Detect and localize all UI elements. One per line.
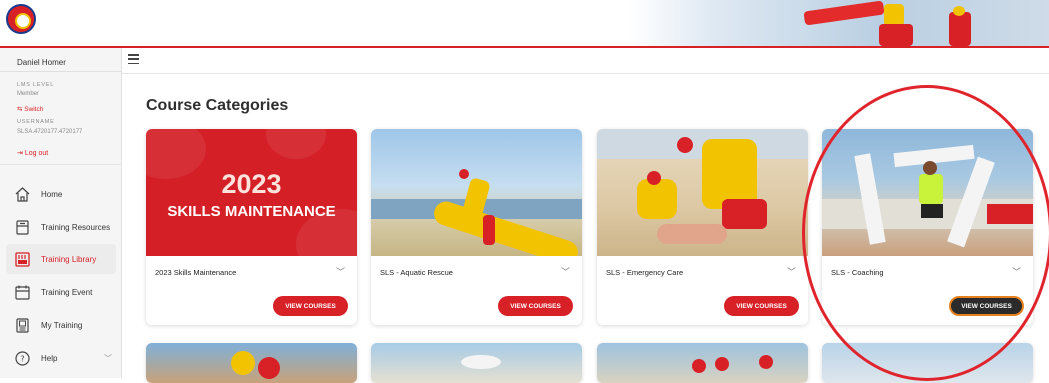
top-header (0, 0, 1049, 48)
folder-icon (14, 219, 31, 236)
switch-link[interactable]: ⇆ Switch (17, 105, 43, 113)
card-title: 2023 Skills Maintenance (155, 268, 237, 277)
card-image[interactable] (822, 129, 1033, 256)
sidebar-item-label: My Training (41, 320, 83, 330)
logout-label: Log out (24, 150, 49, 157)
help-icon: ? (14, 350, 31, 367)
sidebar-item-label: Training Event (41, 287, 93, 297)
chevron-down-icon[interactable]: ﹀ (336, 265, 345, 278)
library-icon (14, 251, 31, 268)
content-toolbar (122, 48, 1049, 74)
sidebar-item-label: Help (41, 353, 58, 363)
divider (0, 164, 122, 165)
page-title: Course Categories (146, 97, 289, 114)
sidebar-item-training-event[interactable]: Training Event (6, 277, 116, 307)
course-category-card[interactable]: SLS - Emergency Care ﹀ VIEW COURSES (597, 129, 808, 325)
card-image[interactable] (597, 129, 808, 256)
username-label: USERNAME (17, 119, 55, 125)
course-category-card[interactable] (371, 343, 582, 383)
sidebar-item-my-training[interactable]: My Training (6, 310, 116, 340)
card-title: SLS - Coaching (831, 268, 884, 277)
card-image[interactable]: 2023 SKILLS MAINTENANCE (146, 129, 357, 256)
card-title: SLS - Aquatic Rescue (380, 268, 453, 277)
course-category-card[interactable]: 2023 SKILLS MAINTENANCE 2023 Skills Main… (146, 129, 357, 325)
menu-toggle-icon[interactable] (128, 54, 139, 64)
sidebar: Daniel Homer LMS LEVEL Member ⇆ Switch U… (0, 48, 122, 378)
sidebar-item-training-library[interactable]: Training Library (6, 244, 116, 274)
switch-label: Switch (24, 106, 44, 113)
course-category-card[interactable]: SLS - Coaching ﹀ VIEW COURSES (822, 129, 1033, 325)
sidebar-item-label: Training Library (41, 254, 97, 264)
course-category-card[interactable] (597, 343, 808, 383)
sidebar-item-label: Home (41, 189, 63, 199)
card-title: SLS - Emergency Care (606, 268, 684, 277)
sidebar-item-home[interactable]: Home (6, 179, 116, 209)
header-banner-image (629, 0, 1049, 46)
chevron-down-icon: ﹀ (104, 354, 112, 363)
view-courses-button[interactable]: VIEW COURSES (949, 296, 1024, 316)
course-category-card[interactable] (146, 343, 357, 383)
card-image[interactable] (371, 129, 582, 256)
course-category-card[interactable]: SLS - Aquatic Rescue ﹀ VIEW COURSES (371, 129, 582, 325)
switch-icon: ⇆ (17, 106, 23, 113)
svg-text:?: ? (20, 354, 24, 363)
calendar-icon (14, 284, 31, 301)
sidebar-item-help[interactable]: ? Help ﹀ (6, 343, 116, 373)
view-courses-button[interactable]: VIEW COURSES (724, 296, 799, 316)
logout-icon: ⇥ (17, 150, 23, 157)
view-courses-button[interactable]: VIEW COURSES (498, 296, 573, 316)
lms-level-value: Member (17, 91, 40, 97)
chevron-down-icon[interactable]: ﹀ (787, 265, 796, 278)
document-icon (14, 317, 31, 334)
card-image-heading: SKILLS MAINTENANCE (167, 203, 336, 220)
lms-level-label: LMS LEVEL (17, 82, 55, 88)
view-courses-button[interactable]: VIEW COURSES (273, 296, 348, 316)
username-value: SLSA.4720177.4720177 (17, 129, 83, 135)
divider (0, 71, 122, 72)
chevron-down-icon[interactable]: ﹀ (561, 265, 570, 278)
sidebar-item-training-resources[interactable]: Training Resources (6, 212, 116, 242)
surf-life-saving-logo[interactable] (6, 4, 36, 34)
chevron-down-icon[interactable]: ﹀ (1012, 265, 1021, 278)
course-category-card[interactable] (822, 343, 1033, 383)
sidebar-item-label: Training Resources (41, 222, 111, 232)
card-image-year: 2023 (221, 169, 282, 199)
home-icon (14, 186, 31, 203)
user-name: Daniel Homer (17, 58, 66, 67)
logout-link[interactable]: ⇥ Log out (17, 149, 48, 157)
